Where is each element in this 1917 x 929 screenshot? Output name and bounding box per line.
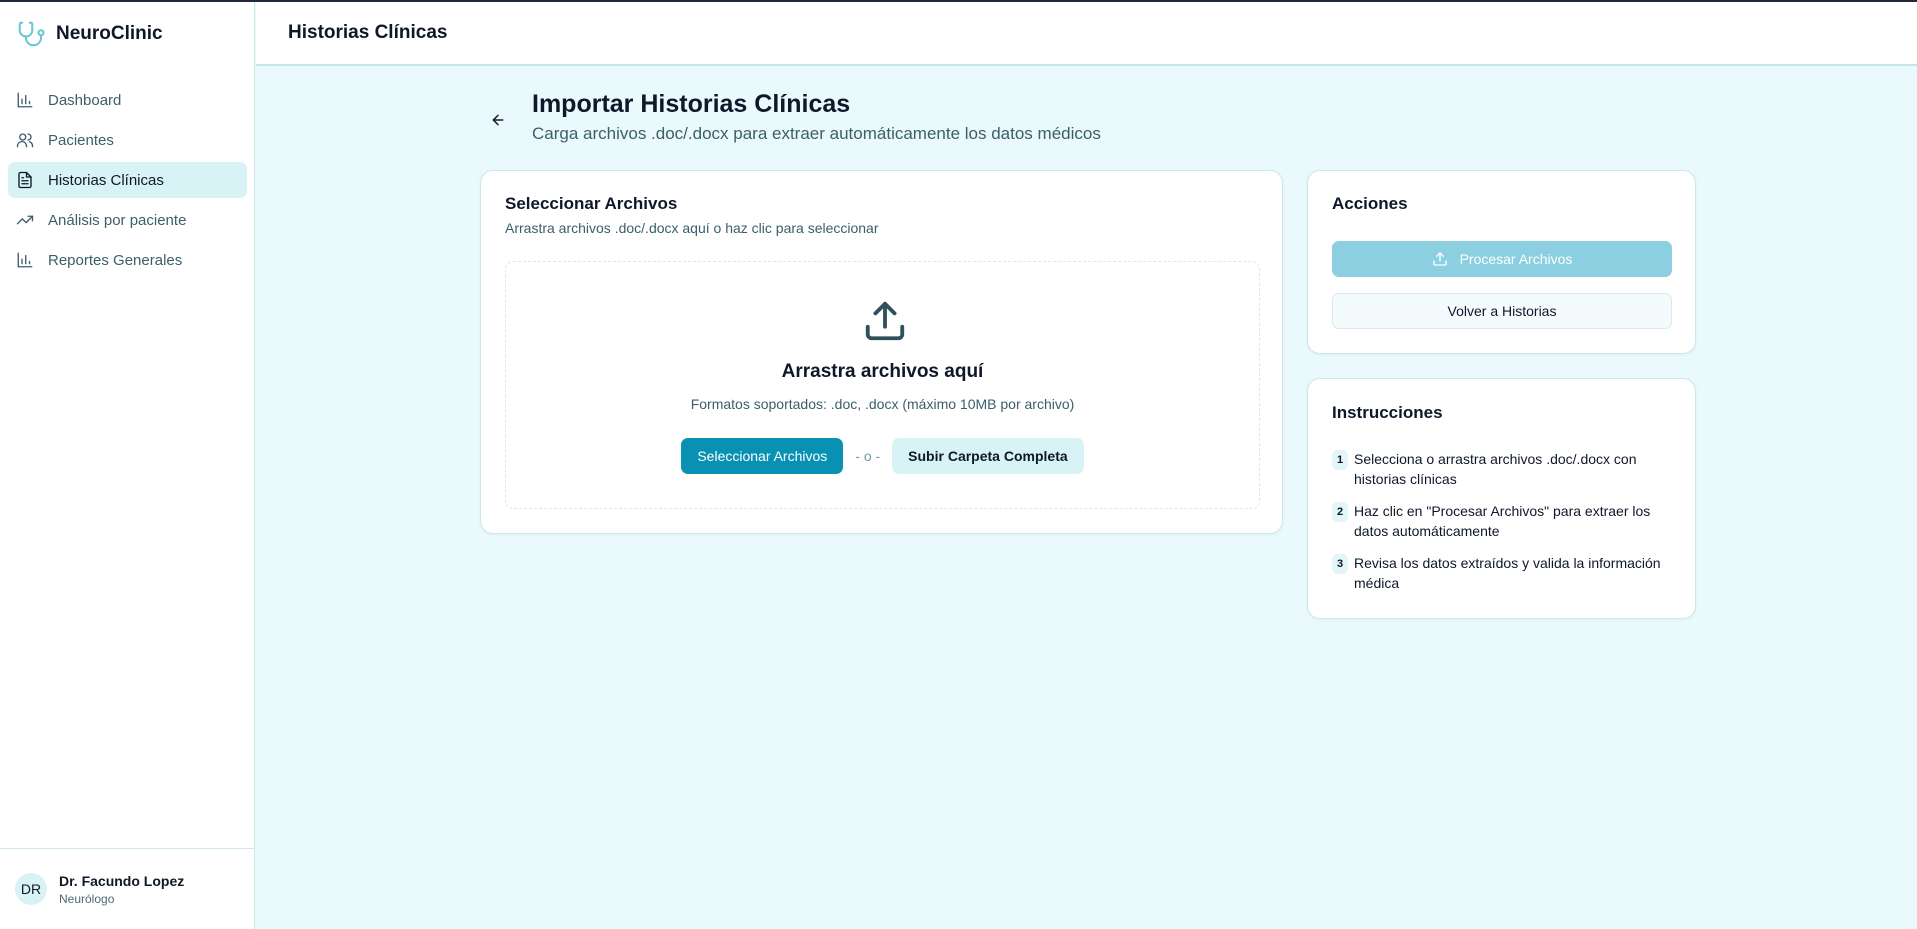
sidebar-item-pacientes[interactable]: Pacientes — [8, 122, 247, 158]
back-button[interactable] — [486, 108, 510, 132]
sidebar-item-label: Pacientes — [48, 131, 114, 149]
list-item: 3 Revisa los datos extraídos y valida la… — [1332, 553, 1672, 593]
user-role: Neurólogo — [59, 891, 115, 906]
select-files-button[interactable]: Seleccionar Archivos — [681, 438, 844, 474]
dropzone-actions: Seleccionar Archivos - o - Subir Carpeta… — [506, 438, 1259, 474]
sidebar: NeuroClinic Dashboard Pacientes Historia… — [0, 2, 255, 929]
page-title: Importar Historias Clínicas — [532, 90, 851, 118]
upload-card: Seleccionar Archivos Arrastra archivos .… — [480, 170, 1283, 534]
instructions-card: Instrucciones 1 Selecciona o arrastra ar… — [1307, 378, 1696, 619]
process-files-label: Procesar Archivos — [1459, 251, 1573, 267]
dropzone-title: Arrastra archivos aquí — [781, 361, 984, 382]
separator-text: - o - — [855, 448, 881, 464]
sidebar-item-analisis-por-paciente[interactable]: Análisis por paciente — [8, 202, 247, 238]
arrow-left-icon — [492, 114, 504, 126]
bar-chart-icon — [17, 92, 33, 108]
process-files-button[interactable]: Procesar Archivos — [1332, 241, 1672, 277]
sidebar-item-label: Análisis por paciente — [48, 211, 187, 229]
step-number: 2 — [1332, 502, 1348, 522]
step-text: Selecciona o arrastra archivos .doc/.doc… — [1354, 451, 1637, 487]
file-dropzone[interactable]: Arrastra archivos aquí Formatos soportad… — [505, 261, 1260, 509]
user-info: Dr. Facundo Lopez Neurólogo — [59, 873, 184, 906]
instructions-list: 1 Selecciona o arrastra archivos .doc/.d… — [1332, 449, 1672, 605]
step-text: Revisa los datos extraídos y valida la i… — [1354, 555, 1661, 591]
dropzone-formats: Formatos soportados: .doc, .docx (máximo… — [690, 396, 1075, 412]
file-text-icon — [18, 171, 32, 189]
actions-card: Acciones Procesar Archivos Volver a Hist… — [1307, 170, 1696, 354]
users-icon — [16, 133, 34, 148]
app-name: NeuroClinic — [56, 23, 163, 44]
step-text: Haz clic en "Procesar Archivos" para ext… — [1354, 503, 1651, 539]
brand[interactable]: NeuroClinic — [16, 19, 163, 49]
header-title: Historias Clínicas — [288, 22, 448, 43]
list-item: 1 Selecciona o arrastra archivos .doc/.d… — [1332, 449, 1672, 489]
avatar: DR — [15, 873, 47, 905]
sidebar-item-dashboard[interactable]: Dashboard — [8, 82, 247, 118]
upload-icon — [865, 301, 905, 341]
upload-folder-button[interactable]: Subir Carpeta Completa — [892, 438, 1084, 474]
upload-card-title: Seleccionar Archivos — [505, 194, 678, 213]
trending-up-icon — [16, 215, 34, 225]
actions-card-title: Acciones — [1332, 194, 1408, 213]
step-number: 3 — [1332, 554, 1348, 574]
sidebar-nav: Dashboard Pacientes Historias Clínicas A… — [8, 82, 247, 282]
user-profile[interactable]: DR Dr. Facundo Lopez Neurólogo — [0, 848, 254, 929]
top-header: Historias Clínicas — [256, 2, 1917, 66]
page-subtitle: Carga archivos .doc/.docx para extraer a… — [532, 124, 1101, 143]
sidebar-item-label: Reportes Generales — [48, 251, 183, 269]
back-to-records-button[interactable]: Volver a Historias — [1332, 293, 1672, 329]
sidebar-item-label: Dashboard — [48, 91, 122, 109]
bar-chart-icon — [17, 252, 33, 268]
sidebar-item-label: Historias Clínicas — [48, 171, 164, 189]
upload-icon — [1432, 252, 1447, 266]
sidebar-item-historias-clinicas[interactable]: Historias Clínicas — [8, 162, 247, 198]
step-number: 1 — [1332, 450, 1348, 470]
user-name: Dr. Facundo Lopez — [59, 872, 185, 889]
stethoscope-icon — [18, 21, 45, 47]
list-item: 2 Haz clic en "Procesar Archivos" para e… — [1332, 501, 1672, 541]
upload-card-description: Arrastra archivos .doc/.docx aquí o haz … — [505, 220, 879, 236]
sidebar-item-reportes-generales[interactable]: Reportes Generales — [8, 242, 247, 278]
instructions-card-title: Instrucciones — [1332, 403, 1443, 422]
